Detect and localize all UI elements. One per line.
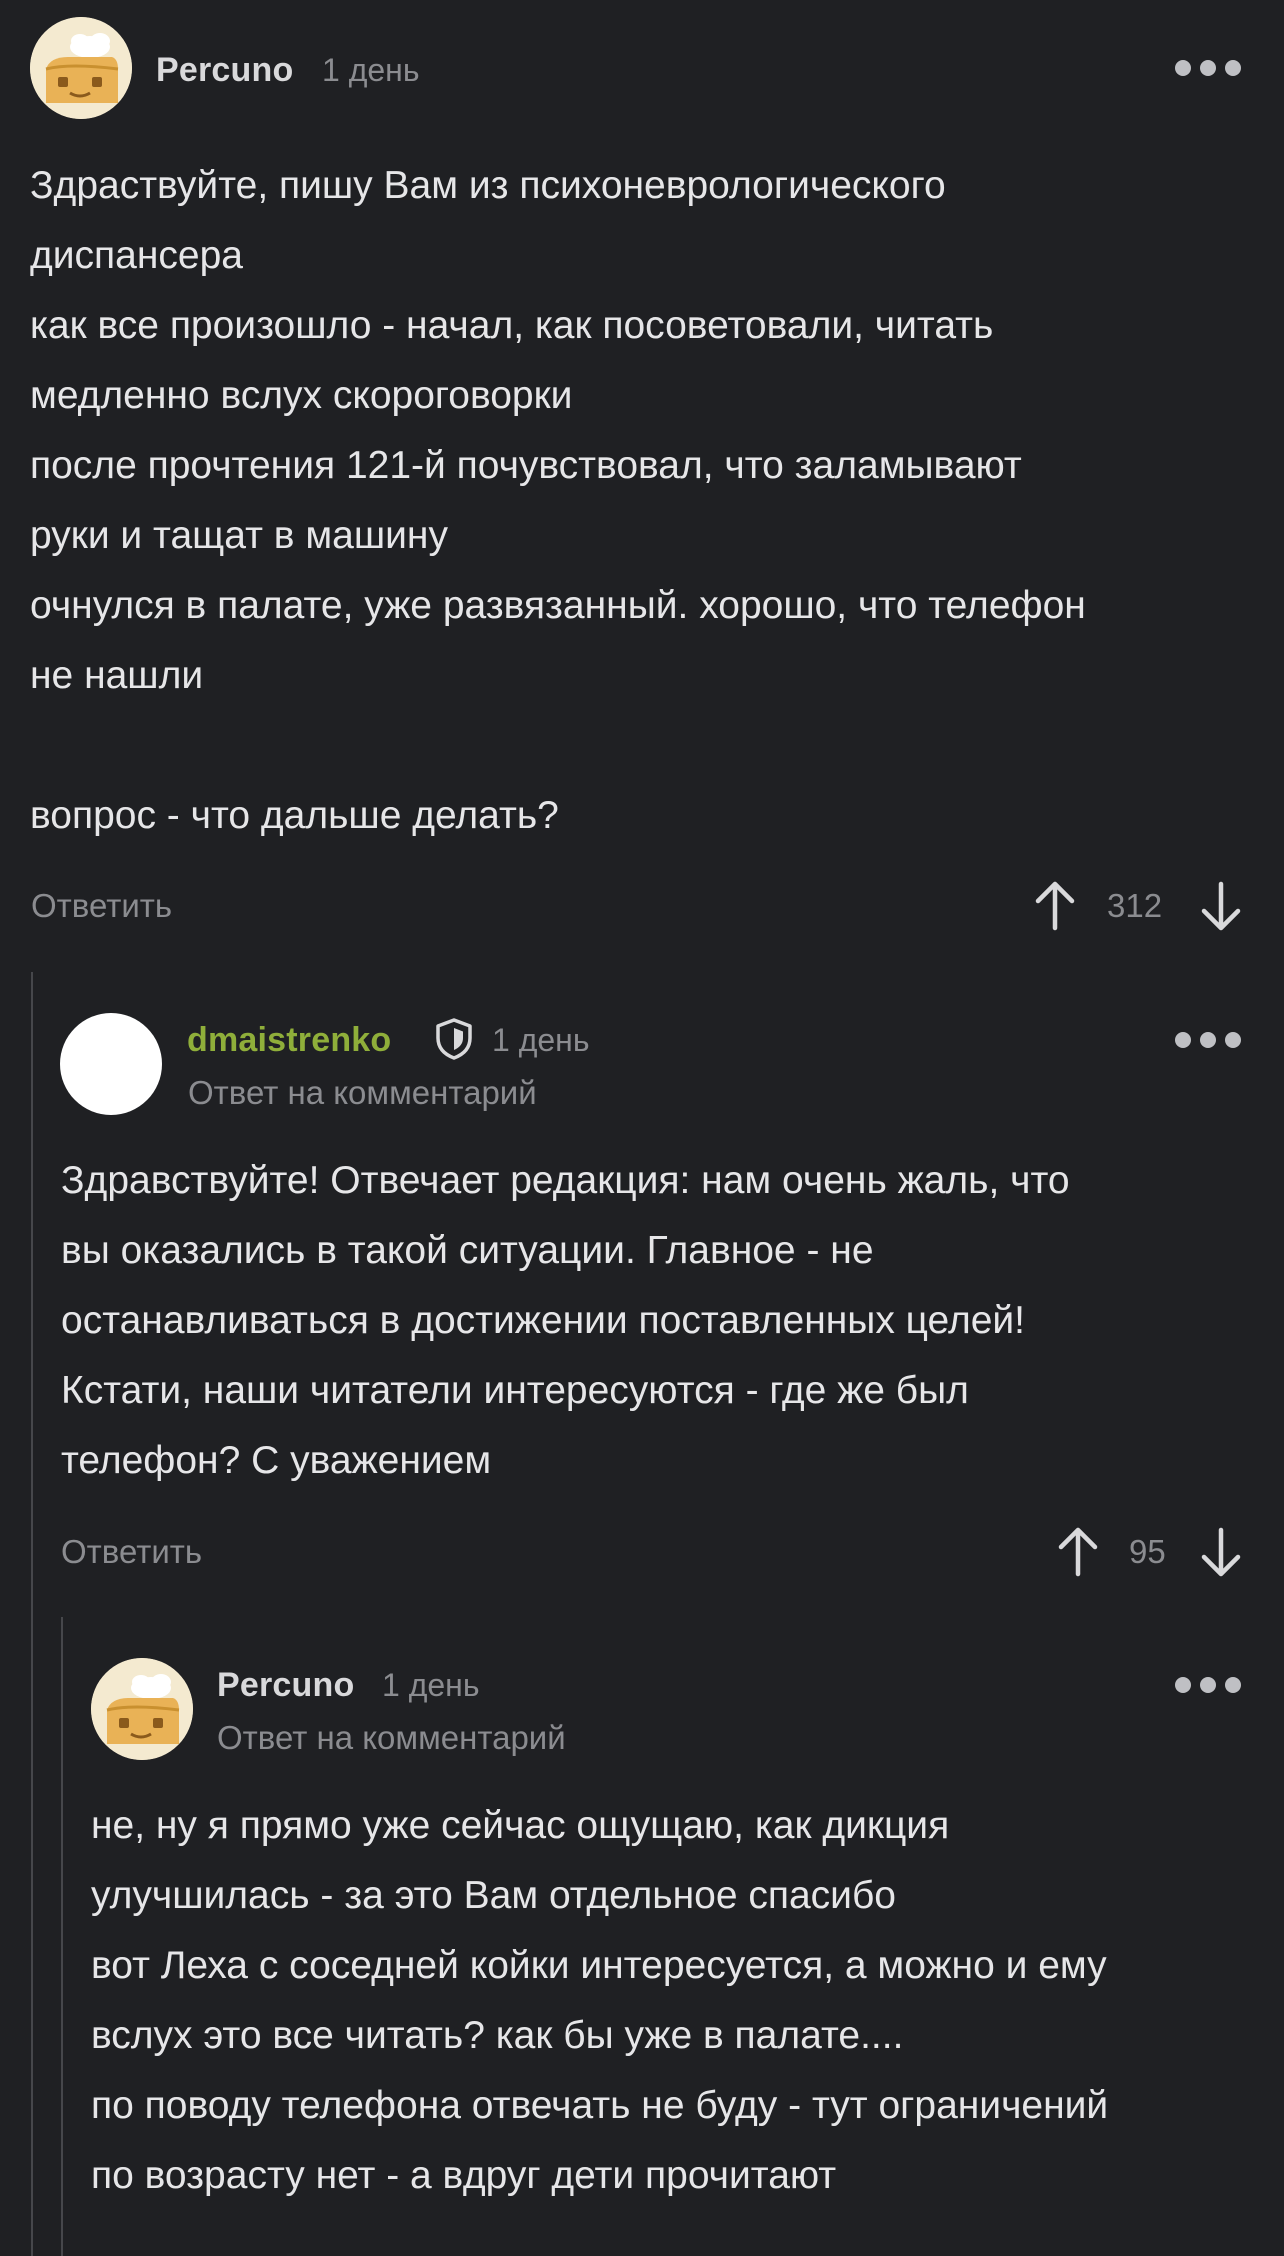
comment-time: 1 день: [382, 1667, 480, 1703]
dot-icon: [1225, 1032, 1241, 1048]
comment-author[interactable]: dmaistrenko: [187, 1021, 391, 1060]
avatar[interactable]: [30, 17, 132, 119]
reply-to-label[interactable]: Ответ на комментарий: [188, 1074, 537, 1112]
comment-author[interactable]: Percuno: [217, 1666, 354, 1705]
dot-icon: [1225, 1677, 1241, 1693]
comment-text: не, ну я прямо уже сейчас ощущаю, как ди…: [91, 1804, 1109, 2197]
pikabu-pie-avatar-icon: [30, 17, 132, 119]
more-options-button[interactable]: [1175, 1030, 1241, 1050]
comment-time: 1 день: [322, 52, 420, 88]
dot-icon: [1225, 60, 1241, 76]
upvote-arrow-icon[interactable]: [1057, 1526, 1099, 1578]
avatar[interactable]: [91, 1658, 193, 1760]
dot-icon: [1175, 1677, 1191, 1693]
more-options-button[interactable]: [1175, 58, 1241, 78]
dot-icon: [1200, 1677, 1216, 1693]
dot-icon: [1200, 60, 1216, 76]
comment-author[interactable]: Percuno: [156, 51, 293, 90]
reply-button[interactable]: Ответить: [61, 1533, 202, 1571]
dot-icon: [1200, 1032, 1216, 1048]
thread-line[interactable]: [61, 1617, 63, 2256]
downvote-arrow-icon[interactable]: [1200, 880, 1242, 932]
vote-count: 95: [1129, 1533, 1166, 1570]
shield-icon: [436, 1018, 472, 1060]
comment-time: 1 день: [492, 1022, 590, 1058]
downvote-arrow-icon[interactable]: [1200, 1526, 1242, 1578]
dot-icon: [1175, 1032, 1191, 1048]
more-options-button[interactable]: [1175, 1675, 1241, 1695]
dot-icon: [1175, 60, 1191, 76]
comment-text: Здраствуйте, пишу Вам из психоневрологич…: [30, 164, 1086, 837]
comment-text: Здравствуйте! Отвечает редакция: нам оче…: [61, 1159, 1070, 1482]
thread-line[interactable]: [31, 972, 33, 2256]
pikabu-pie-avatar-icon: [91, 1658, 193, 1760]
avatar[interactable]: [60, 1013, 162, 1115]
upvote-arrow-icon[interactable]: [1034, 880, 1076, 932]
vote-count: 312: [1107, 887, 1163, 924]
reply-to-label[interactable]: Ответ на комментарий: [217, 1719, 566, 1757]
reply-button[interactable]: Ответить: [31, 887, 172, 925]
